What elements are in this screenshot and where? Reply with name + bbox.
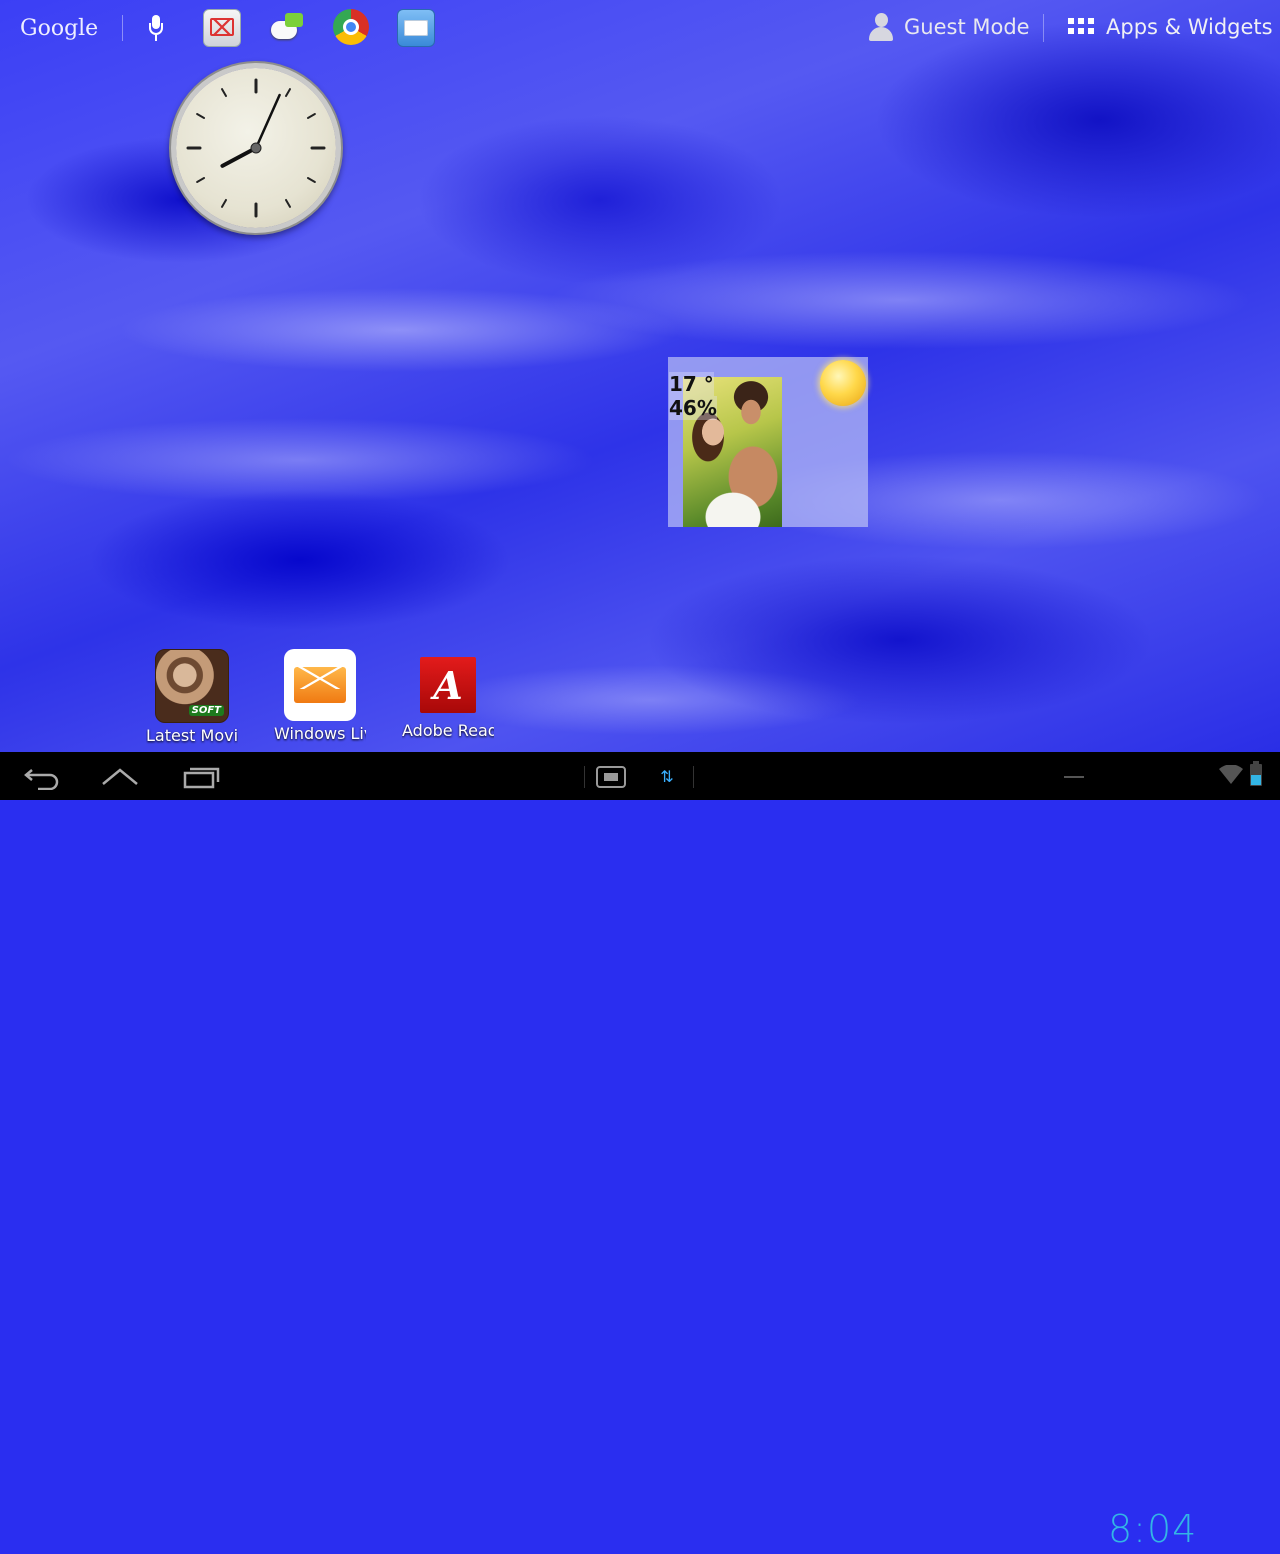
apps-grid-icon — [1068, 18, 1094, 36]
shortcut-label: Latest Movie — [146, 726, 238, 745]
weather-temperature: 17 ° — [669, 372, 714, 396]
windows-live-mail-icon — [284, 649, 356, 721]
clock-tick — [285, 198, 291, 208]
guest-mode-button[interactable]: Guest Mode — [866, 12, 1030, 42]
sun-icon — [820, 360, 866, 406]
weather-humidity: 46% — [669, 396, 717, 420]
shortcut-label: Windows Live — [274, 724, 366, 743]
clock-tick — [285, 88, 291, 98]
email-icon[interactable] — [397, 9, 435, 47]
topbar-divider — [1043, 14, 1044, 42]
battery-icon[interactable] — [1250, 761, 1262, 786]
wifi-icon[interactable] — [1218, 765, 1244, 785]
apps-widgets-button[interactable]: Apps & Widgets — [1068, 12, 1273, 42]
guest-mode-label: Guest Mode — [904, 15, 1030, 39]
status-time[interactable]: 8:04 — [1108, 1504, 1197, 1552]
quick-launch — [203, 9, 435, 47]
screenshot-icon[interactable] — [596, 766, 626, 788]
chrome-icon[interactable] — [333, 9, 369, 45]
messaging-icon[interactable] — [269, 9, 305, 45]
adobe-reader-icon — [420, 657, 476, 713]
back-button[interactable] — [22, 764, 62, 790]
shortcut-label: Adobe Reader — [402, 721, 494, 740]
clock-tick — [196, 177, 206, 183]
clock-face — [186, 78, 326, 218]
apps-widgets-label: Apps & Widgets — [1106, 15, 1273, 39]
shortcut-windows-live[interactable]: Windows Live — [265, 649, 375, 743]
person-icon — [866, 13, 896, 41]
notification-dash-icon — [1064, 776, 1084, 778]
google-logo[interactable]: Google — [20, 16, 98, 41]
recents-icon — [183, 767, 220, 789]
sysbar-divider — [693, 766, 694, 788]
home-icon — [102, 768, 138, 785]
shortcut-latest-movie[interactable]: Latest Movie — [137, 649, 247, 745]
google-search-bar[interactable]: Google — [20, 12, 165, 44]
movie-icon — [155, 649, 229, 723]
analog-clock-widget[interactable] — [176, 68, 336, 228]
system-bar: 8:04 — [0, 752, 1280, 1551]
search-divider — [122, 15, 124, 41]
shortcut-adobe-reader[interactable]: Adobe Reader — [393, 649, 503, 740]
clock-tick — [306, 177, 316, 183]
clock-tick — [221, 88, 227, 98]
sysbar-divider — [584, 766, 585, 788]
clock-hour-hand — [220, 146, 258, 168]
clock-tick — [306, 113, 316, 119]
clock-tick — [196, 113, 206, 119]
sync-icon: ⇅ — [660, 767, 674, 786]
mic-icon[interactable] — [147, 15, 165, 41]
recent-apps-button[interactable] — [182, 764, 222, 790]
gmail-icon[interactable] — [203, 9, 241, 47]
home-button[interactable] — [100, 764, 140, 790]
clock-minute-hand — [254, 93, 281, 150]
back-icon — [24, 769, 59, 790]
clock-tick — [221, 198, 227, 208]
